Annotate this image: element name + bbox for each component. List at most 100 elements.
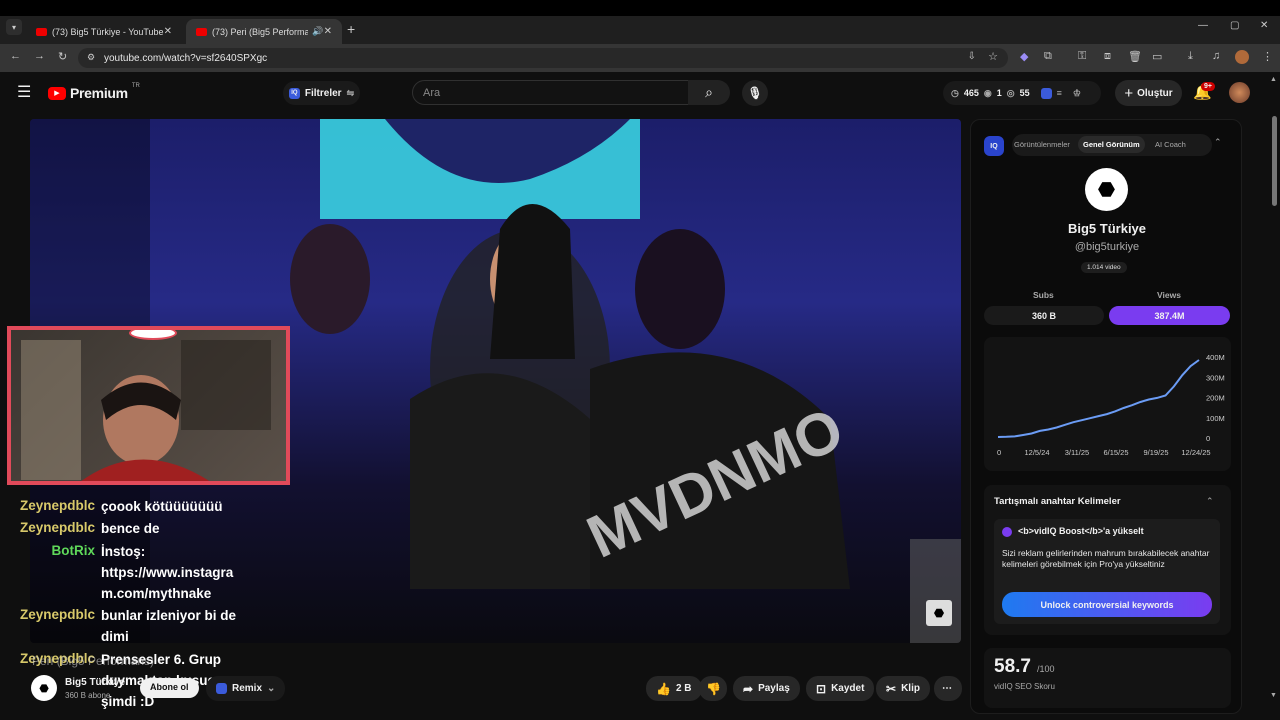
tab-title: (73) Big5 Türkiye - YouTube xyxy=(52,26,164,37)
eye-ornament-icon xyxy=(129,330,177,340)
site-info-icon[interactable]: ⚙ xyxy=(87,52,95,63)
channel-name[interactable]: Big5 Türkiye xyxy=(65,677,125,688)
chat-username: BotRix xyxy=(51,543,96,558)
thumbs-up-icon: 👍 xyxy=(656,681,671,696)
tab-video[interactable]: (73) Peri (Big5 Performans) - 🔊 ✕ xyxy=(186,19,342,44)
boost-body: Sizi reklam gelirlerinden mahrum bırakab… xyxy=(1002,548,1210,569)
forward-icon[interactable]: → xyxy=(34,50,45,62)
search-icon: ⌕ xyxy=(705,84,713,100)
new-tab-icon[interactable]: + xyxy=(347,21,355,37)
keywords-collapse-icon[interactable]: ⌃ xyxy=(1206,496,1214,507)
tab-overview[interactable]: Genel Görünüm xyxy=(1078,136,1145,153)
eye-icon: ◉ xyxy=(983,87,992,98)
y-tick-label: 400M xyxy=(1206,353,1225,362)
account-avatar[interactable] xyxy=(1229,82,1250,103)
mic-button[interactable]: 🎙 xyxy=(742,80,768,106)
brand-text: Premium xyxy=(70,85,128,101)
tab-bar: ▾ (73) Big5 Türkiye - YouTube ✕ (73) Per… xyxy=(0,0,1280,44)
audio-icon[interactable]: 🔊 xyxy=(312,26,323,37)
minimize-icon[interactable]: — xyxy=(1198,20,1208,31)
close-tab-icon[interactable]: ✕ xyxy=(164,26,172,37)
extension-vidiq-icon[interactable]: ◆ xyxy=(1020,50,1028,63)
collapse-chevron-icon[interactable]: ⌃ xyxy=(1214,137,1222,148)
panel-handle: @big5turkiye xyxy=(1074,241,1140,253)
visibility-icon: ◎ xyxy=(1006,87,1015,98)
scroll-up-icon[interactable]: ▲ xyxy=(1270,76,1277,83)
hamburger-menu-icon[interactable]: ☰ xyxy=(17,82,31,102)
tab-list-button[interactable]: ▾ xyxy=(6,19,22,35)
close-tab-icon[interactable]: ✕ xyxy=(324,26,332,37)
more-actions-button[interactable]: ⋯ xyxy=(934,676,962,701)
youtube-favicon-icon xyxy=(36,27,47,36)
trophy-icon: ♔ xyxy=(1072,87,1081,98)
trash-icon[interactable]: 🗑 xyxy=(1128,50,1142,63)
reload-icon[interactable]: ↻ xyxy=(58,50,67,63)
share-button[interactable]: ➦ Paylaş xyxy=(733,676,800,701)
tab-youtube[interactable]: (73) Big5 Türkiye - YouTube ✕ xyxy=(26,19,182,44)
sliders-icon: ⇋ xyxy=(346,87,355,98)
translate-icon[interactable]: ⧈ xyxy=(1104,50,1111,63)
scroll-thumb[interactable] xyxy=(1272,116,1277,206)
scroll-down-icon[interactable]: ▼ xyxy=(1270,692,1277,699)
url-field[interactable]: ⚙ youtube.com/watch?v=sf2640SPXgc ⇩ ☆ xyxy=(78,48,1008,68)
download-icon[interactable]: ⤓ xyxy=(1188,50,1193,63)
install-app-icon[interactable]: ⇩ xyxy=(968,51,976,62)
panel-tabs: Görüntülenmeler Genel Görünüm AI Coach xyxy=(1012,134,1212,156)
address-bar-row: ← → ↻ ⚙ youtube.com/watch?v=sf2640SPXgc … xyxy=(0,44,1280,72)
create-button[interactable]: + Oluştur xyxy=(1115,80,1182,106)
stat-views: 465 xyxy=(963,88,979,98)
youtube-favicon-icon xyxy=(196,27,207,36)
search-input[interactable]: Ara xyxy=(412,80,689,105)
like-button[interactable]: 👍 2 B xyxy=(646,676,702,701)
keywords-title: Tartışmalı anahtar Kelimeler xyxy=(994,496,1121,507)
unlock-keywords-button[interactable]: Unlock controversial keywords xyxy=(1002,592,1212,617)
filter-button[interactable]: IQ Filtreler ⇋ xyxy=(283,81,360,105)
tab-views[interactable]: Görüntülenmeler xyxy=(1014,140,1070,149)
extensions-icon[interactable]: ⧉ xyxy=(1044,50,1052,63)
webcam-frame xyxy=(21,340,271,481)
chat-username: Zeynepdblc xyxy=(19,498,95,513)
close-window-icon[interactable]: ✕ xyxy=(1260,20,1268,31)
page-scrollbar[interactable]: ▲ ▼ xyxy=(1270,76,1278,716)
seo-score-value: 58.7 xyxy=(994,656,1031,677)
subscribe-button[interactable]: Abone ol xyxy=(140,678,199,698)
key-icon[interactable]: ⚿ xyxy=(1078,50,1086,63)
thumbs-down-icon: 👎 xyxy=(706,681,721,696)
views-chart-card: 0 100M 200M 300M 400M 0 12/5/24 3/11/25 6/15/25 9… xyxy=(984,337,1231,471)
more-dots-icon: ⋯ xyxy=(942,683,952,694)
y-tick-label: 200M xyxy=(1206,394,1225,403)
tab-ai-coach[interactable]: AI Coach xyxy=(1155,140,1186,149)
media-icon[interactable]: ♫ xyxy=(1212,50,1220,62)
menu-dots-icon[interactable]: ⋮ xyxy=(1262,50,1273,63)
card-icon[interactable]: ▭ xyxy=(1152,50,1162,63)
panel-channel-name: Big5 Türkiye xyxy=(1067,221,1147,236)
youtube-logo[interactable]: ▶ Premium TR xyxy=(48,83,140,101)
webcam-overlay xyxy=(7,326,290,485)
chat-message: çoook kötüüüüüüü xyxy=(101,499,223,514)
notification-badge: 9+ xyxy=(1201,82,1215,91)
bookmark-star-icon[interactable]: ☆ xyxy=(988,50,998,63)
subs-value: 360 B xyxy=(984,306,1104,325)
bookmark-icon: ⊡ xyxy=(816,681,827,696)
video-title-overlay: Peri (Big5 Performans) - xyxy=(32,654,162,668)
maximize-icon[interactable]: ▢ xyxy=(1230,20,1239,31)
profile-avatar[interactable] xyxy=(1235,50,1249,64)
chevron-down-icon: ⌄ xyxy=(267,683,276,694)
clip-button[interactable]: ✂ Klip xyxy=(876,676,930,701)
save-button[interactable]: ⊡ Kaydet xyxy=(806,676,875,701)
boost-box: <b>vidIQ Boost</b>'a yükselt Sizi reklam… xyxy=(994,519,1220,624)
vidiq-badge-icon xyxy=(1040,87,1052,99)
stat-comments: 1 xyxy=(996,88,1002,98)
remix-label: Remix xyxy=(232,683,263,694)
remix-button[interactable]: Remix ⌄ xyxy=(206,676,286,701)
play-logo-icon: ▶ xyxy=(48,86,66,100)
scissors-icon: ✂ xyxy=(886,681,897,696)
channel-avatar[interactable]: ⬣ xyxy=(31,675,57,701)
channel-watermark-icon[interactable]: ⬣ xyxy=(926,600,952,626)
back-icon[interactable]: ← xyxy=(10,50,21,62)
vidiq-stats[interactable]: ◷ 465 ◉ 1 ◎ 55 ≡ ♔ xyxy=(943,81,1101,105)
video-count-badge: 1.014 video xyxy=(1081,262,1127,273)
search-button[interactable]: ⌕ xyxy=(688,80,730,105)
subs-label: Subs xyxy=(1033,290,1054,300)
dislike-button[interactable]: 👎 xyxy=(699,676,727,701)
